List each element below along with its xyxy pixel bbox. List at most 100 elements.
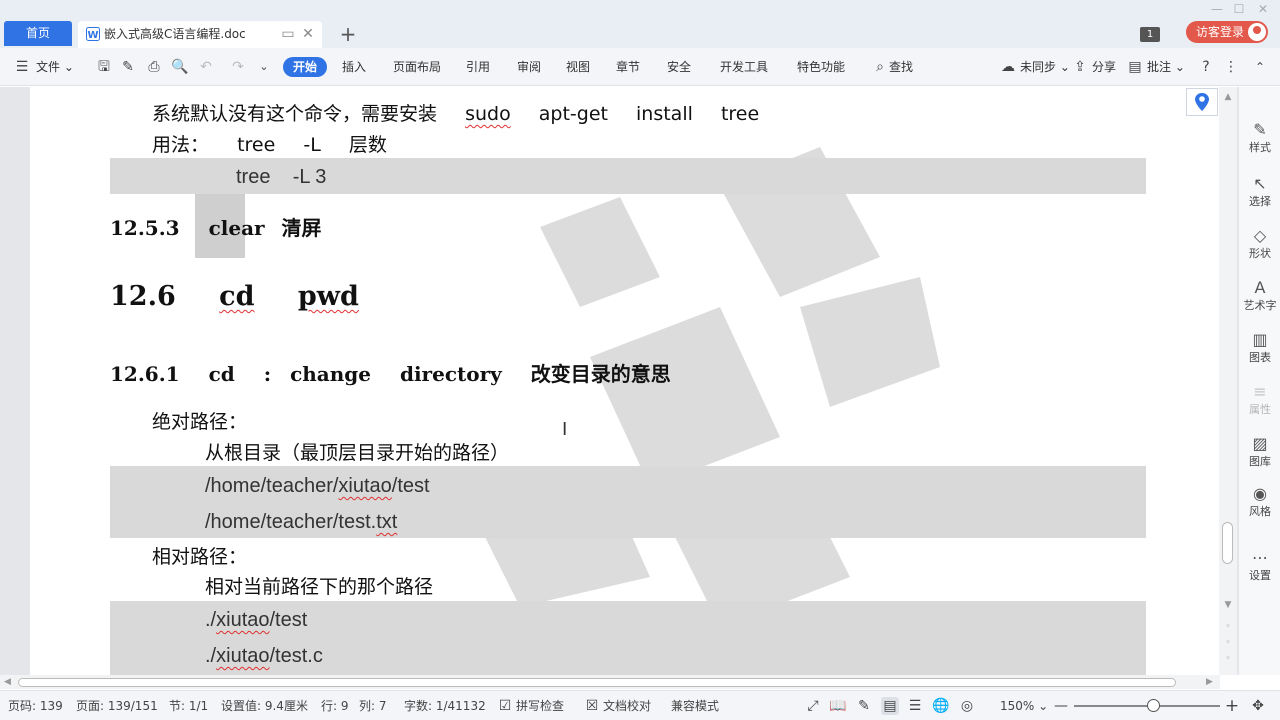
tab-view[interactable]: 视图	[566, 48, 590, 86]
status-setting[interactable]: 设置值: 9.4厘米	[221, 691, 308, 720]
close-tab-icon[interactable]: ✕	[300, 26, 316, 42]
read-mode-icon[interactable]: 📖	[829, 697, 847, 715]
location-pin-button[interactable]	[1186, 88, 1218, 116]
search-icon[interactable]: ⌕	[872, 59, 888, 75]
status-word-count[interactable]: 字数: 1/41132	[404, 691, 486, 720]
status-bar: 页码: 139 页面: 139/151 节: 1/1 设置值: 9.4厘米 行:…	[0, 690, 1280, 720]
scroll-up-arrow-icon[interactable]: ▲	[1222, 92, 1234, 102]
scroll-right-arrow-icon[interactable]: ▶	[1206, 675, 1213, 689]
tab-home[interactable]: 首页	[4, 21, 72, 46]
menu-file[interactable]: 文件 ⌄	[36, 48, 74, 86]
heading-cd: cd	[219, 281, 255, 312]
scroll-left-arrow-icon[interactable]: ◀	[4, 675, 11, 689]
tab-insert[interactable]: 插入	[342, 48, 366, 86]
rel-example-1: ./xiutao/test	[205, 609, 307, 632]
status-section[interactable]: 节: 1/1	[169, 691, 208, 720]
rel-path-label: 相对路径：	[152, 546, 248, 568]
prev-page-icon[interactable]: ◦	[1222, 622, 1234, 632]
side-theme-button[interactable]: ◉ 风格	[1239, 485, 1280, 519]
share-icon[interactable]: ⇪	[1072, 59, 1088, 75]
page-view-icon[interactable]: ▤	[881, 697, 899, 715]
help-icon[interactable]: ?	[1198, 59, 1214, 75]
pointer-icon: ↖	[1253, 174, 1267, 193]
vertical-scrollbar[interactable]	[1219, 87, 1237, 675]
eye-protection-icon[interactable]: ◎	[958, 697, 976, 715]
write-mode-icon[interactable]: ✎	[855, 697, 873, 715]
maximize-icon[interactable]: ☐	[1230, 2, 1248, 16]
search-button[interactable]: 查找	[889, 48, 913, 86]
format-painter-icon[interactable]: ✎	[120, 59, 136, 75]
horizontal-scroll-thumb[interactable]	[18, 678, 1176, 687]
side-chart-button[interactable]: ▥ 图表	[1239, 331, 1280, 365]
rel-ex1-prefix: ./	[205, 609, 217, 631]
abs-example-2: /home/teacher/test.txt	[205, 511, 397, 534]
abs-example-1: /home/teacher/xiutao/test	[205, 475, 430, 498]
side-gallery-label: 图库	[1249, 455, 1271, 468]
more-options-icon[interactable]: ⋮	[1223, 59, 1239, 75]
tab-features[interactable]: 特色功能	[797, 48, 845, 86]
zoom-out-icon[interactable]: —	[1052, 697, 1070, 715]
close-window-icon[interactable]: ✕	[1254, 2, 1272, 16]
heading-cd-cmd: cd	[208, 362, 235, 386]
scroll-down-arrow-icon[interactable]: ▼	[1222, 600, 1234, 610]
zoom-slider-handle[interactable]	[1147, 699, 1160, 712]
vertical-scroll-thumb[interactable]	[1222, 522, 1233, 564]
print-icon[interactable]: ⎙	[146, 59, 162, 75]
side-settings-button[interactable]: ⋯ 设置	[1239, 549, 1280, 583]
tab-start[interactable]: 开始	[283, 57, 327, 77]
side-wordart-button[interactable]: A 艺术字	[1239, 279, 1280, 313]
share-button[interactable]: 分享	[1092, 48, 1116, 86]
status-col[interactable]: 列: 7	[359, 691, 387, 720]
window-count-badge[interactable]: 1	[1140, 27, 1160, 42]
heading-12-6: 12.6 cd pwd	[110, 281, 359, 312]
tab-dev-tools[interactable]: 开发工具	[720, 48, 768, 86]
more-dropdown-icon[interactable]: ⌄	[256, 59, 272, 75]
heading-clear-title: 清屏	[281, 216, 322, 240]
tab-review[interactable]: 审阅	[517, 48, 541, 86]
select-browse-icon[interactable]: ◦	[1222, 638, 1234, 648]
minimize-icon[interactable]: —	[1208, 2, 1226, 16]
tab-references[interactable]: 引用	[466, 48, 490, 86]
cmd-tree: tree	[720, 103, 760, 125]
spell-check-button[interactable]: 拼写检查	[516, 691, 564, 720]
print-preview-icon[interactable]: 🔍	[171, 59, 188, 75]
menu-icon[interactable]: ☰	[14, 59, 30, 75]
document-page[interactable]: 系统默认没有这个命令，需要安装 sudo apt-get install tre…	[30, 87, 1226, 675]
comment-icon[interactable]: ▤	[1127, 59, 1143, 75]
new-tab-button[interactable]: +	[338, 24, 358, 44]
zoom-value: 150%	[1000, 699, 1035, 713]
side-select-button[interactable]: ↖ 选择	[1239, 175, 1280, 209]
side-properties-button[interactable]: ≡ 属性	[1239, 383, 1280, 417]
side-shape-label: 形状	[1249, 247, 1271, 260]
side-style-button[interactable]: ✎ 样式	[1239, 121, 1280, 155]
outline-view-icon[interactable]: ☰	[906, 697, 924, 715]
status-page-code[interactable]: 页码: 139	[8, 691, 63, 720]
wps-writer-window: { "tabs": { "home": "首页", "document": "嵌…	[0, 0, 1280, 720]
zoom-in-icon[interactable]: +	[1223, 697, 1241, 715]
cloud-sync-icon[interactable]: ☁	[1000, 59, 1016, 75]
save-icon[interactable]: 🖫	[96, 59, 112, 75]
doc-proof-button[interactable]: 文档校对	[603, 691, 651, 720]
guest-login-button[interactable]: 访客登录	[1186, 21, 1268, 43]
tab-page-layout[interactable]: 页面布局	[393, 48, 441, 86]
web-view-icon[interactable]: 🌐	[932, 697, 950, 715]
tab-document[interactable]: W 嵌入式高级C语言编程.doc ▭ ✕	[78, 21, 322, 48]
status-row[interactable]: 行: 9	[321, 691, 349, 720]
sync-status[interactable]: 未同步 ⌄	[1020, 48, 1070, 86]
status-page[interactable]: 页面: 139/151	[76, 691, 158, 720]
tab-security[interactable]: 安全	[667, 48, 691, 86]
side-shape-button[interactable]: ◇ 形状	[1239, 227, 1280, 261]
tab-chapter[interactable]: 章节	[616, 48, 640, 86]
undo-icon[interactable]: ↶	[198, 59, 214, 75]
side-gallery-button[interactable]: ▨ 图库	[1239, 435, 1280, 469]
collapse-ribbon-icon[interactable]: ⌃	[1252, 59, 1268, 75]
comment-button[interactable]: 批注 ⌄	[1147, 48, 1185, 86]
fit-window-icon[interactable]: ✥	[1249, 697, 1267, 715]
pin-window-icon[interactable]: ▭	[280, 26, 296, 42]
next-page-icon[interactable]: ◦	[1222, 654, 1234, 664]
zoom-level[interactable]: 150% ⌄	[1000, 691, 1048, 720]
horizontal-scrollbar[interactable]: ◀ ▶	[0, 675, 1220, 689]
redo-icon[interactable]: ↷	[230, 59, 246, 75]
side-style-label: 样式	[1249, 141, 1271, 154]
fullscreen-icon[interactable]: ⤢	[804, 697, 822, 715]
